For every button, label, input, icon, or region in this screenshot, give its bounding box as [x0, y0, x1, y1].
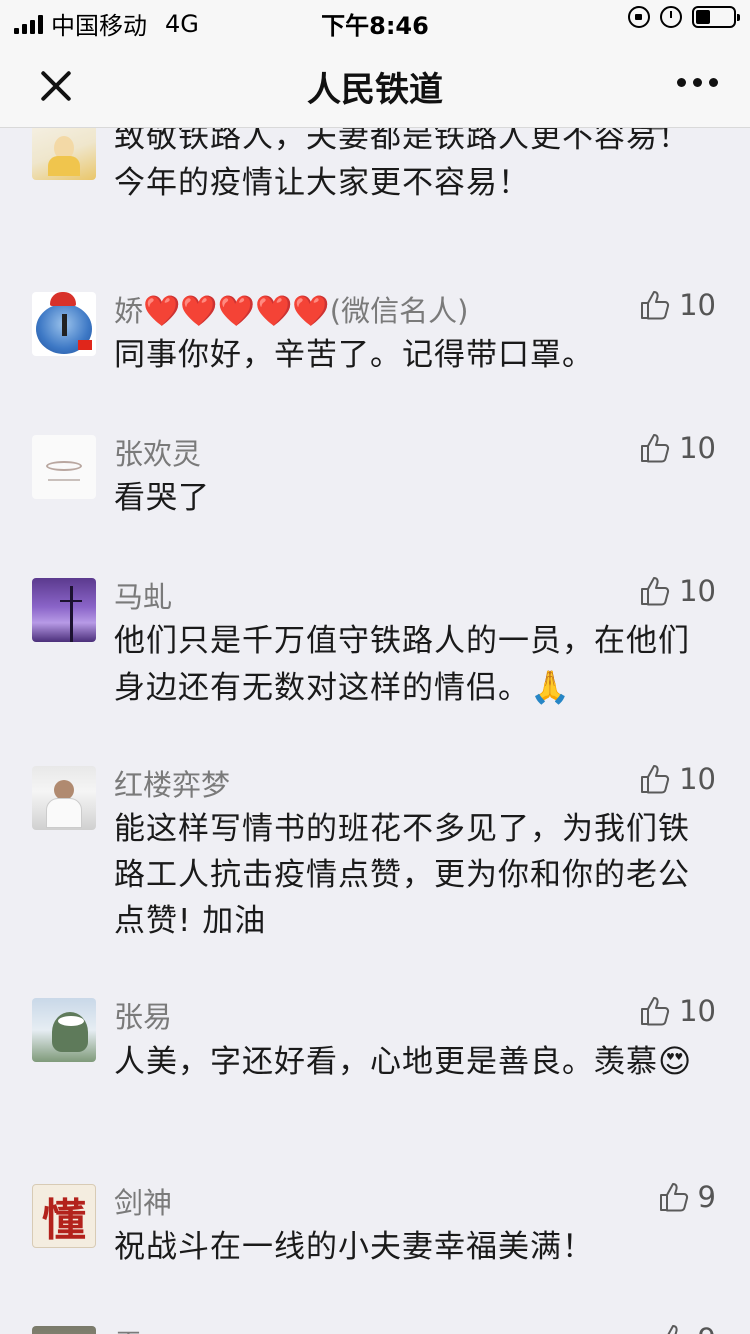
like-count: 9 — [697, 1180, 716, 1214]
author-name-suffix: (微信名人) — [329, 294, 469, 328]
heart-emoji: ❤️❤️❤️❤️❤️ — [143, 294, 330, 329]
like-button[interactable]: 9 — [658, 1322, 716, 1334]
avatar[interactable] — [32, 578, 96, 642]
like-button[interactable]: 10 — [639, 431, 716, 465]
comment-text: 能这样写情书的班花不多见了，为我们铁路工人抗击疫情点赞，更为你和你的老公点赞! … — [114, 811, 690, 939]
comment-author[interactable]: 张欢灵 — [114, 431, 201, 473]
thumbs-up-icon — [641, 291, 670, 320]
pray-emoji: 🙏 — [530, 668, 571, 706]
alarm-icon — [660, 6, 682, 28]
thumbs-up-icon — [641, 997, 670, 1026]
comment-author[interactable]: 雪 — [114, 1322, 143, 1334]
like-count: 9 — [698, 1322, 716, 1334]
comment-text-body: 他们只是千万值守铁路人的一员，在他们身边还有无数对这样的情侣。 — [114, 623, 690, 706]
comment-author[interactable]: 张易 — [114, 994, 172, 1036]
like-count: 10 — [679, 574, 716, 608]
heart-eyes-emoji: 😍 — [658, 1042, 693, 1080]
avatar[interactable] — [32, 292, 96, 356]
thumbs-up-icon — [667, 1325, 678, 1334]
comment-author[interactable]: 红楼弈梦 — [114, 762, 230, 804]
comment-text: 同事你好，辛苦了。记得带口罩。 — [114, 337, 594, 373]
like-button[interactable]: 10 — [639, 994, 716, 1028]
comment-list[interactable]: 10 致敬铁路人，夫妻都是铁路人更不容易！今年的疫情让大家更不容易！ 娇❤️❤️… — [0, 128, 750, 1334]
avatar[interactable] — [32, 1326, 96, 1334]
like-count: 10 — [679, 431, 716, 465]
like-button[interactable]: 10 — [639, 288, 716, 322]
comment-text-body: 人美，字还好看，心地更是善良。羡慕 — [114, 1044, 658, 1080]
comment-text: 看哭了 — [114, 480, 210, 516]
author-name-prefix: 娇 — [114, 294, 144, 328]
nav-bar: 人民铁道 — [0, 40, 750, 128]
status-right — [628, 6, 740, 28]
like-count: 10 — [679, 994, 716, 1028]
like-count: 10 — [679, 762, 716, 796]
avatar[interactable] — [32, 766, 96, 830]
like-count: 10 — [679, 288, 716, 322]
comment-text: 祝战斗在一线的小夫妻幸福美满！ — [114, 1229, 594, 1265]
comment-author[interactable]: 马虬 — [114, 574, 172, 616]
avatar-text: 懂 — [42, 1195, 86, 1246]
thumbs-up-icon — [641, 434, 670, 463]
battery-icon — [692, 6, 740, 28]
comment-author[interactable]: 娇❤️❤️❤️❤️❤️(微信名人) — [114, 288, 468, 330]
comment-text: 致敬铁路人，夫妻都是铁路人更不容易！今年的疫情让大家更不容易！ — [114, 128, 690, 201]
thumbs-up-icon — [659, 1183, 688, 1212]
comment-author[interactable]: 剑神 — [114, 1180, 172, 1222]
avatar[interactable]: 懂 — [32, 1184, 96, 1248]
avatar[interactable] — [32, 128, 96, 180]
like-button[interactable]: 10 — [639, 574, 716, 608]
thumbs-up-icon — [641, 765, 670, 794]
rotation-lock-icon — [628, 6, 650, 28]
avatar[interactable] — [32, 435, 96, 499]
comment-text: 他们只是千万值守铁路人的一员，在他们身边还有无数对这样的情侣。🙏 — [114, 618, 694, 711]
more-icon[interactable] — [677, 78, 718, 87]
avatar[interactable] — [32, 998, 96, 1062]
comment-text: 人美，字还好看，心地更是善良。羡慕😍 — [114, 1038, 694, 1085]
status-bar: 中国移动 4G 下午8:46 — [0, 0, 750, 40]
like-button[interactable]: 10 — [639, 762, 716, 796]
thumbs-up-icon — [641, 577, 670, 606]
page-title: 人民铁道 — [307, 70, 443, 110]
like-button[interactable]: 9 — [658, 1180, 716, 1214]
